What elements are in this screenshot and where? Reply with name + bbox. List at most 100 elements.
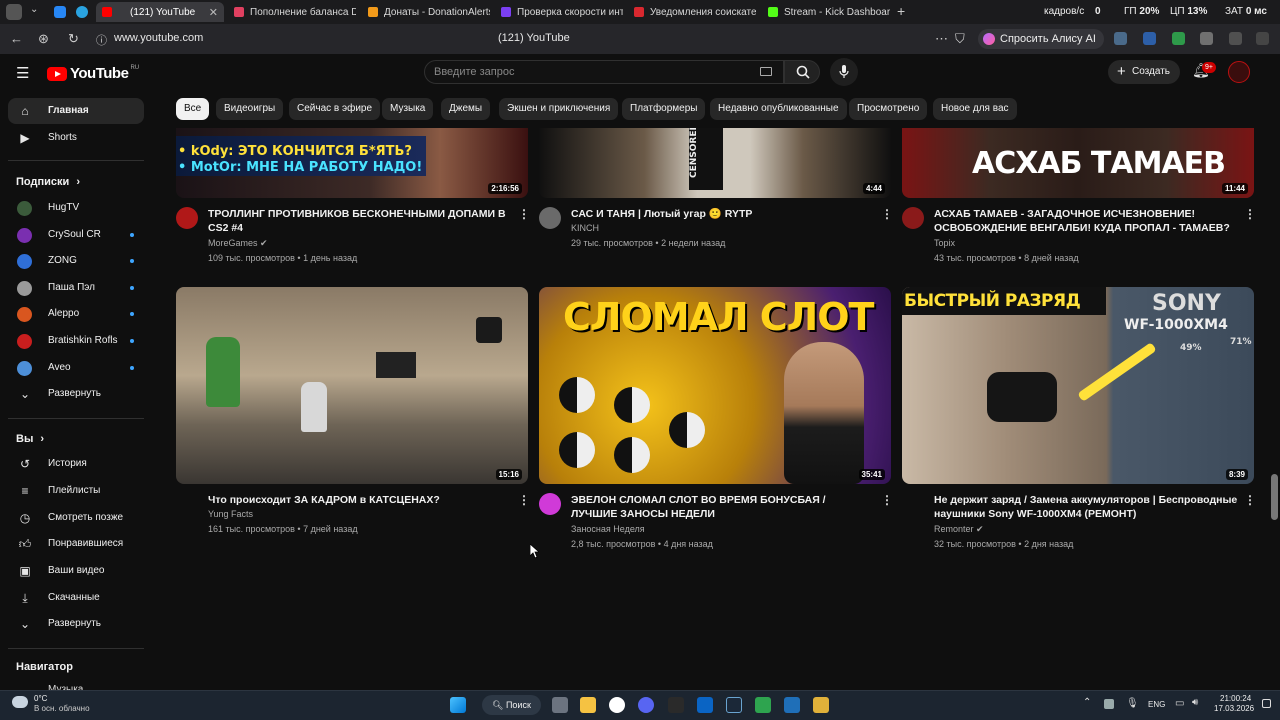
video-menu-icon[interactable]: ⋮ <box>518 493 530 507</box>
sidebar-item-shorts[interactable]: ▶ Shorts <box>8 125 144 151</box>
sidebar-item-downloads[interactable]: ⤓ Скачанные <box>8 585 144 611</box>
video-title[interactable]: ЭВЕЛОН СЛОМАЛ СЛОТ ВО ВРЕМЯ БОНУСБАЯ / Л… <box>571 493 871 521</box>
new-tab-button[interactable]: + <box>897 3 905 19</box>
vscode-icon[interactable] <box>784 697 800 713</box>
sidebar-item-your-videos[interactable]: ▣ Ваши видео <box>8 558 144 584</box>
create-button[interactable]: + Создать <box>1108 60 1181 84</box>
microphone-tray-icon[interactable]: 🎙︎ <box>1126 698 1139 709</box>
sidebar-item-liked[interactable]: 👍︎ Понравившиеся <box>8 531 144 557</box>
volume-icon[interactable]: 🔊︎ <box>1192 697 1198 708</box>
clock-time[interactable]: 21:00:24 <box>1220 694 1251 703</box>
video-thumbnail[interactable]: • kOdy: ЭТО КОНЧИТСЯ Б*ЯТЬ? • MotOr: МНЕ… <box>176 128 528 198</box>
chip-platformers[interactable]: Платформеры <box>622 98 706 120</box>
chip-music[interactable]: Музыка <box>382 98 434 120</box>
download-icon[interactable] <box>1256 32 1269 45</box>
discord-icon[interactable] <box>638 697 654 713</box>
tab-kick-dashboard[interactable]: Stream - Kick Dashboard <box>762 2 890 22</box>
channel-avatar[interactable] <box>539 493 561 515</box>
sidebar-sub-hugtv[interactable]: HugTV <box>8 195 144 221</box>
channel-name[interactable]: Topix <box>934 238 955 248</box>
you-heading[interactable]: Вы › <box>16 433 44 445</box>
video-thumbnail[interactable]: БЫСТРЫЙ РАЗРЯД SONY WF-1000XM4 49% 71% 8… <box>902 287 1254 484</box>
site-info-icon[interactable]: ⓘ <box>96 32 107 48</box>
steam-icon[interactable] <box>726 697 742 713</box>
yandex-browser-icon[interactable] <box>609 697 625 713</box>
close-tab-icon[interactable]: ✕ <box>209 6 218 19</box>
chip-action-adventure[interactable]: Экшен и приключения <box>499 98 619 120</box>
file-explorer-icon[interactable] <box>580 697 596 713</box>
sidebar-sub-aleppo[interactable]: Aleppo <box>8 301 144 327</box>
extension-icon[interactable] <box>1200 32 1213 45</box>
weather-icon[interactable] <box>12 696 28 708</box>
tab-speedtest[interactable]: Проверка скорости инте <box>495 2 623 22</box>
chip-watched[interactable]: Просмотрено <box>849 98 928 120</box>
sidebar-subs-expand[interactable]: ⌄ Развернуть <box>8 381 144 407</box>
tab-list-chevron-icon[interactable]: ⌄ <box>30 4 38 15</box>
sidebar-sub-crysoul[interactable]: CrySoul CR <box>8 222 144 248</box>
channel-avatar[interactable] <box>176 207 198 229</box>
video-menu-icon[interactable]: ⋮ <box>881 207 893 221</box>
reload-icon[interactable]: ↻ <box>68 31 79 47</box>
chip-new-to-you[interactable]: Новое для вас <box>933 98 1017 120</box>
video-menu-icon[interactable]: ⋮ <box>881 493 893 507</box>
notifications-center-icon[interactable] <box>1262 699 1271 708</box>
video-menu-icon[interactable]: ⋮ <box>518 207 530 221</box>
channel-avatar[interactable] <box>539 207 561 229</box>
more-icon[interactable]: ⋯ <box>935 31 948 47</box>
outlook-icon[interactable] <box>697 697 713 713</box>
youtube-logo[interactable]: YouTube RU <box>47 65 139 82</box>
sidebar-you-expand[interactable]: ⌄ Развернуть <box>8 611 144 637</box>
extension-icon[interactable] <box>1172 32 1185 45</box>
start-icon[interactable] <box>450 697 466 713</box>
video-thumbnail[interactable]: СЛОМАЛ СЛОТ 35:41 <box>539 287 891 484</box>
video-title[interactable]: Не держит заряд / Замена аккумуляторов |… <box>934 493 1240 521</box>
sidebar-item-history[interactable]: ↺ История <box>8 451 144 477</box>
tray-app-icon[interactable] <box>1104 699 1114 709</box>
app-icon[interactable] <box>668 697 684 713</box>
video-menu-icon[interactable]: ⋮ <box>1244 207 1256 221</box>
vk-icon[interactable] <box>54 6 66 18</box>
chip-video-games[interactable]: Видеоигры <box>216 98 284 120</box>
sidebar-item-watch-later[interactable]: ◷ Смотреть позже <box>8 505 144 531</box>
tab-notifications[interactable]: Уведомления соискател <box>628 2 756 22</box>
video-thumbnail[interactable]: CENSORED 4:44 <box>539 128 891 198</box>
channel-avatar[interactable] <box>902 207 924 229</box>
protect-icon[interactable]: ⊛ <box>38 31 49 47</box>
browser-menu-icon[interactable] <box>6 4 22 20</box>
video-thumbnail[interactable]: 15:16 <box>176 287 528 484</box>
channel-name[interactable]: Заносная Неделя <box>571 524 645 534</box>
sidebar-sub-bratishkin[interactable]: Bratishkin Rofls <box>8 328 144 354</box>
channel-name[interactable]: MoreGames ✔︎ <box>208 238 268 249</box>
extension-icon[interactable] <box>1229 32 1242 45</box>
ask-alice-button[interactable]: Спросить Алису AI <box>978 29 1104 49</box>
search-button[interactable] <box>784 60 820 84</box>
tab-discord-balance[interactable]: Пополнение баланса Dis <box>228 2 356 22</box>
tray-chevron-icon[interactable]: ⌃ <box>1083 697 1091 708</box>
video-thumbnail[interactable]: АСХАБ ТАМАЕВ 11:44 <box>902 128 1254 198</box>
sidebar-sub-pasha[interactable]: Паша Пэл <box>8 275 144 301</box>
chip-jams[interactable]: Джемы <box>441 98 491 120</box>
telegram-icon[interactable] <box>76 6 88 18</box>
video-menu-icon[interactable]: ⋮ <box>1244 493 1256 507</box>
video-title[interactable]: САС И ТАНЯ | Лютый угар 🙂 RYTP <box>571 207 871 221</box>
menu-icon[interactable]: ☰ <box>16 64 29 82</box>
keyboard-icon[interactable] <box>760 67 772 76</box>
app-icon[interactable] <box>813 697 829 713</box>
subscriptions-heading[interactable]: Подписки › <box>16 176 80 188</box>
extension-icon[interactable] <box>1143 32 1156 45</box>
back-icon[interactable]: ← <box>10 31 23 46</box>
bookmark-icon[interactable]: ⛉ <box>955 31 965 47</box>
sidebar-item-playlists[interactable]: ≡ Плейлисты <box>8 478 144 504</box>
search-input[interactable] <box>434 66 734 78</box>
video-title[interactable]: Что происходит ЗА КАДРОМ в КАТСЦЕНАХ? <box>208 493 508 507</box>
network-icon[interactable]: ▭ <box>1175 698 1184 709</box>
app-icon[interactable] <box>755 697 771 713</box>
weather-temp[interactable]: 0°C <box>34 694 47 703</box>
channel-name[interactable]: KINCH <box>571 223 599 233</box>
clock-date[interactable]: 17.03.2026 <box>1214 704 1254 713</box>
keyboard-language[interactable]: ENG <box>1148 700 1165 709</box>
page-scrollbar[interactable] <box>1271 474 1278 520</box>
tab-youtube[interactable]: (121) YouTube ✕ <box>96 2 224 22</box>
account-avatar[interactable] <box>1228 61 1250 83</box>
video-title[interactable]: ТРОЛЛИНГ ПРОТИВНИКОВ БЕСКОНЕЧНЫМИ ДОПАМИ… <box>208 207 508 235</box>
